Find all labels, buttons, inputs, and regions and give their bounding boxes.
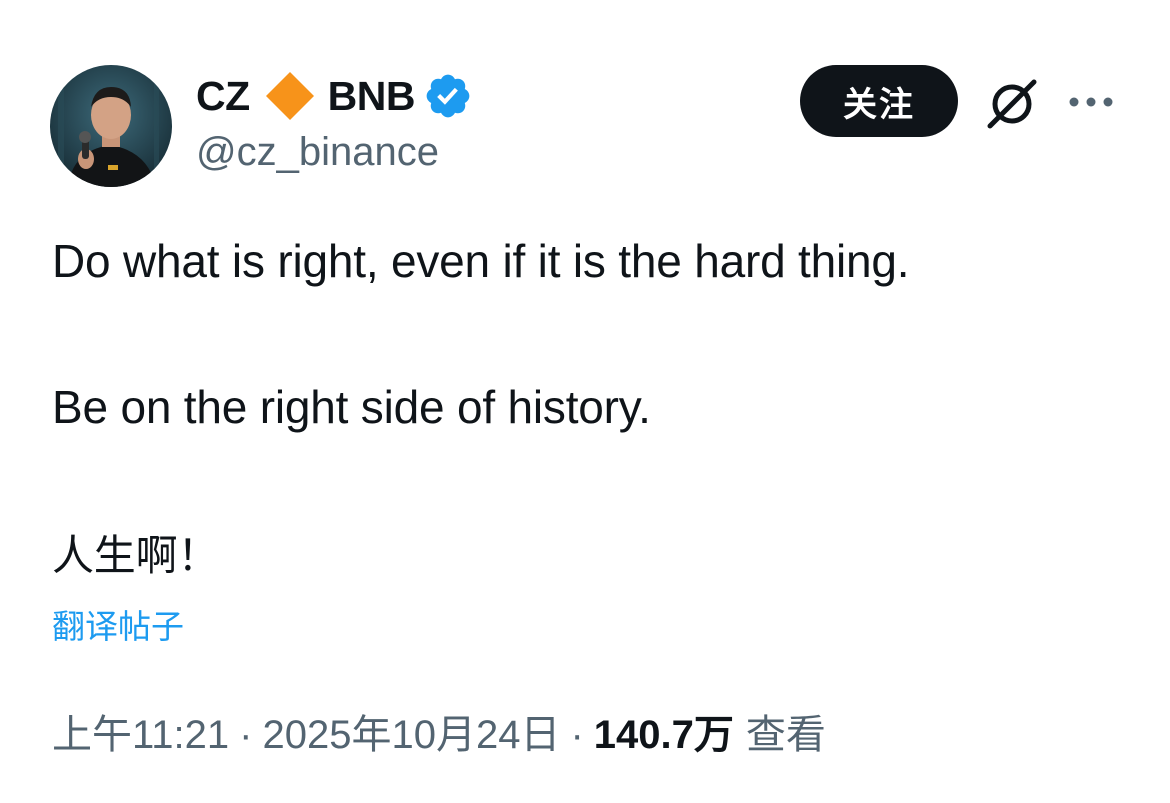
meta-separator: · xyxy=(239,713,253,757)
tweet-date[interactable]: 2025年10月24日 xyxy=(262,702,560,760)
views-count[interactable]: 140.7万 xyxy=(594,702,734,760)
tweet-time[interactable]: 上午11:21 xyxy=(52,702,229,760)
verified-badge-icon[interactable] xyxy=(423,71,473,121)
avatar-photo xyxy=(50,65,172,187)
author-name-suffix: BNB xyxy=(327,72,416,119)
tweet-text-line: Do what is right, even if it is the hard… xyxy=(52,235,910,287)
grok-icon[interactable] xyxy=(984,76,1040,132)
avatar[interactable] xyxy=(50,65,172,187)
author-handle[interactable]: @cz_binance xyxy=(196,130,439,175)
tweet-text-line: Be on the right side of history. xyxy=(52,381,651,433)
more-horizontal-icon[interactable] xyxy=(1068,93,1114,111)
follow-button[interactable]: 关注 xyxy=(800,65,958,137)
translate-post-link[interactable]: 翻译帖子 xyxy=(52,600,184,648)
author-name[interactable]: CZ BNB xyxy=(196,68,473,124)
meta-separator: · xyxy=(570,713,584,757)
views-label[interactable]: 查看 xyxy=(746,702,826,760)
author-name-prefix: CZ xyxy=(196,72,250,119)
tweet-text-line: 人生啊！ xyxy=(52,531,220,580)
bnb-diamond-icon xyxy=(264,70,316,122)
tweet-meta: 上午11:21 · 2025年10月24日 · 140.7万 查看 xyxy=(52,702,826,760)
